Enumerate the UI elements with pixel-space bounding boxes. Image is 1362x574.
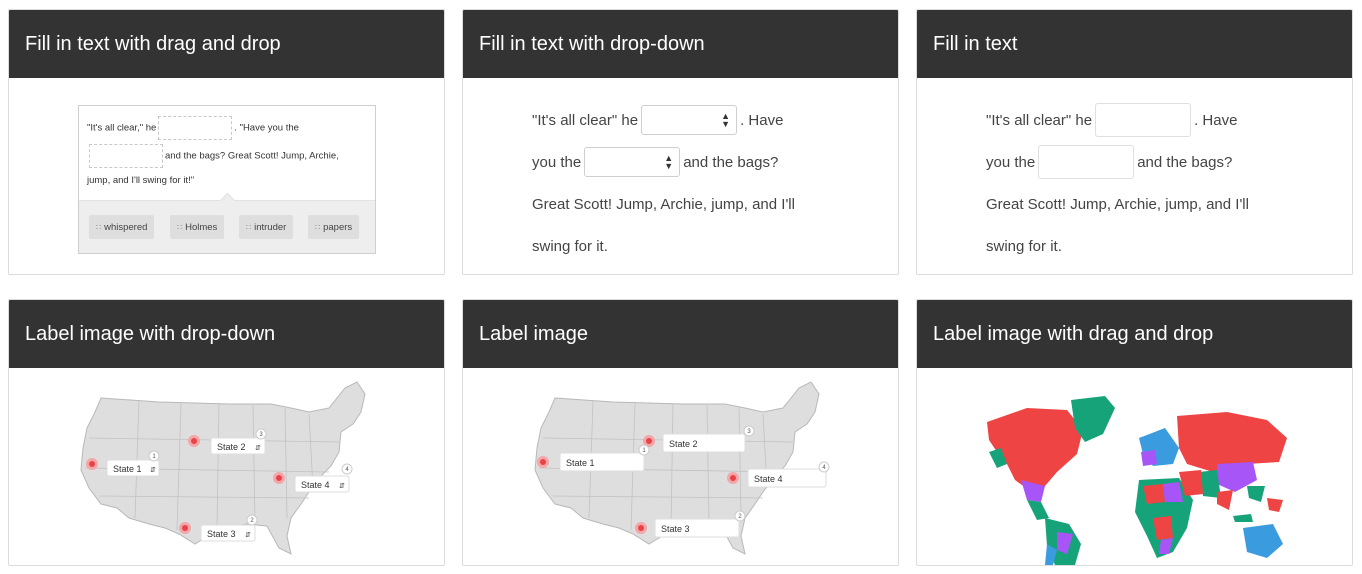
card-preview: State 1 State 2 State 4 State 3 1 3 4 2 (463, 368, 898, 565)
map-pin[interactable] (188, 435, 200, 447)
sentence-text: "It's all clear," he (87, 122, 157, 134)
select-dropdown[interactable]: ▲ ▼ (584, 147, 681, 177)
sentence-text: . "Have you the (234, 122, 299, 134)
card-label-image[interactable]: Label image State 1 State 2 State 4 Stat… (462, 299, 899, 566)
card-title: Fill in text with drop-down (463, 10, 898, 78)
label-dropdown[interactable]: State 2 ⇵ (210, 437, 266, 455)
card-title: Fill in text (917, 10, 1352, 78)
drag-drop-sentence: "It's all clear," he . "Have you the and … (87, 114, 372, 190)
card-title: Label image with drag and drop (917, 300, 1352, 368)
sentence-text: jump, and I'll swing for it!" (87, 175, 195, 186)
sentence-text: and the bags? Great Scott! Jump, Archie, (165, 150, 339, 162)
card-title: Label image with drop-down (9, 300, 444, 368)
sentence-text: you the (532, 153, 582, 171)
region-north-america (987, 408, 1083, 490)
drag-drop-preview: "It's all clear," he . "Have you the and … (78, 105, 376, 254)
drop-zone[interactable] (89, 144, 163, 168)
text-label-field[interactable]: State 2 (662, 433, 746, 453)
card-fill-text-dropdown[interactable]: Fill in text with drop-down "It's all cl… (462, 9, 899, 275)
us-map-image: State 1 State 2 State 4 State 3 1 3 4 2 (534, 381, 830, 555)
sentence-text: . Have (1194, 111, 1238, 129)
grip-icon: ∷ (315, 222, 320, 232)
card-preview: State 1 ⇵ State 2 ⇵ State 4 ⇵ State 3 ⇵ (9, 368, 444, 565)
select-arrows-icon: ▲ ▼ (664, 153, 674, 171)
region-russia (1177, 412, 1287, 472)
map-pin[interactable] (86, 458, 98, 470)
map-pin[interactable] (179, 522, 191, 534)
svg-text:⇵: ⇵ (255, 445, 261, 452)
world-map-image (987, 396, 1287, 565)
map-pin[interactable] (727, 472, 739, 484)
svg-text:State 1: State 1 (566, 458, 595, 468)
grip-icon: ∷ (246, 222, 251, 232)
sentence-text: "It's all clear" he (532, 111, 639, 129)
select-arrows-icon: ▲ ▼ (721, 111, 731, 129)
svg-text:State 4: State 4 (301, 480, 330, 490)
text-label-field[interactable]: State 1 (559, 452, 645, 472)
card-preview: "It's all clear" he . Have you the and the… (917, 78, 1352, 274)
svg-text:State 1: State 1 (113, 464, 142, 474)
sentence-text: and the bags? (1137, 153, 1233, 171)
region-australia (1243, 524, 1283, 558)
draggable-choice[interactable]: ∷ Holmes (170, 215, 225, 239)
dropdown-paragraph: "It's all clear" he ▲ ▼ . Have you the ▲ ▼ and… (532, 99, 832, 267)
text-label-field[interactable]: State 3 (654, 518, 740, 538)
card-preview (917, 368, 1352, 565)
card-preview: "It's all clear" he ▲ ▼ . Have you the ▲ ▼ and… (463, 78, 898, 274)
card-fill-text[interactable]: Fill in text "It's all clear" he . Have y… (916, 9, 1353, 275)
svg-text:⇵: ⇵ (150, 467, 156, 474)
svg-text:⇵: ⇵ (339, 483, 345, 490)
svg-text:State 2: State 2 (669, 439, 698, 449)
text-label-field[interactable]: State 4 (747, 468, 827, 488)
sentence-text: swing for it. (986, 237, 1062, 255)
card-label-image-drag-drop[interactable]: Label image with drag and drop (916, 299, 1353, 566)
grip-icon: ∷ (96, 222, 101, 232)
tray-pointer (219, 192, 236, 209)
grip-icon: ∷ (177, 222, 182, 232)
text-input[interactable] (1038, 145, 1135, 179)
sentence-text: Great Scott! Jump, Archie, jump, and I'l… (986, 195, 1249, 213)
text-input[interactable] (1095, 103, 1192, 137)
sentence-text: and the bags? (683, 153, 779, 171)
map-pin[interactable] (635, 522, 647, 534)
map-pin[interactable] (273, 472, 285, 484)
sentence-text: "It's all clear" he (986, 111, 1093, 129)
card-title: Fill in text with drag and drop (9, 10, 444, 78)
card-preview: "It's all clear," he . "Have you the and … (9, 78, 444, 274)
label-dropdown[interactable]: State 4 ⇵ (294, 475, 350, 493)
card-label-image-dropdown[interactable]: Label image with drop-down State 1 ⇵ Sta… (8, 299, 445, 566)
answer-tray: ∷ whispered ∷ Holmes ∷ intruder ∷ papers (79, 192, 375, 253)
select-dropdown[interactable]: ▲ ▼ (641, 105, 738, 135)
drop-zone[interactable] (158, 116, 233, 140)
svg-text:⇵: ⇵ (245, 532, 251, 539)
sentence-text: Great Scott! Jump, Archie, jump, and I'l… (532, 195, 795, 213)
region-india (1217, 490, 1233, 510)
map-pin[interactable] (537, 456, 549, 468)
draggable-choice[interactable]: ∷ intruder (239, 215, 294, 239)
svg-text:State 4: State 4 (754, 474, 783, 484)
draggable-choice[interactable]: ∷ papers (308, 215, 360, 239)
svg-text:State 3: State 3 (207, 529, 236, 539)
us-map-image: State 1 ⇵ State 2 ⇵ State 4 ⇵ State 3 ⇵ (80, 381, 366, 555)
label-dropdown[interactable]: State 1 ⇵ (106, 459, 160, 477)
sentence-text: you the (986, 153, 1036, 171)
card-fill-text-drag-drop[interactable]: Fill in text with drag and drop "It's al… (8, 9, 445, 275)
fill-paragraph: "It's all clear" he . Have you the and the… (986, 99, 1286, 267)
sentence-text: . Have (740, 111, 784, 129)
card-title: Label image (463, 300, 898, 368)
label-dropdown[interactable]: State 3 ⇵ (200, 524, 256, 542)
svg-text:State 2: State 2 (217, 442, 246, 452)
draggable-choice[interactable]: ∷ whispered (89, 215, 155, 239)
sentence-text: swing for it. (532, 237, 608, 255)
svg-text:State 3: State 3 (661, 524, 690, 534)
